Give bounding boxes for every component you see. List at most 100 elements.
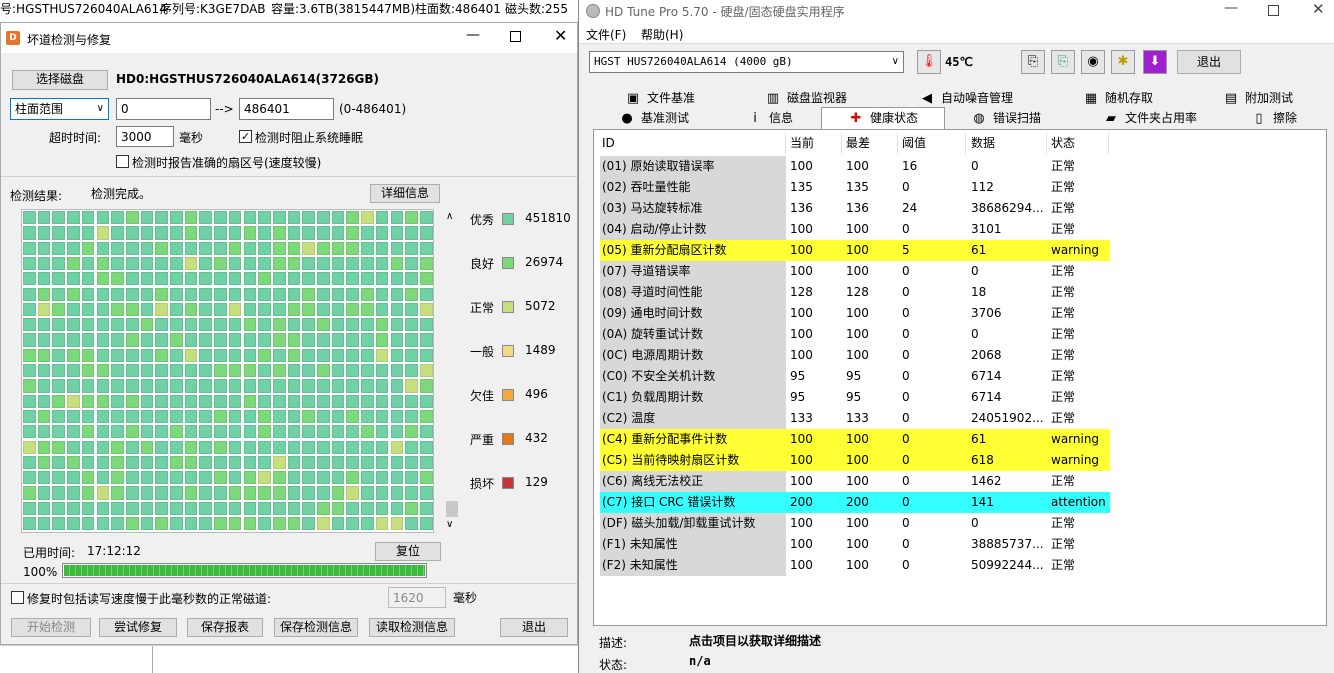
tab-trash[interactable]: ▯ 擦除 xyxy=(1251,109,1297,128)
scroll-thumb[interactable] xyxy=(446,501,458,517)
drive-select[interactable]: HGST HUS726040ALA614 (4000 gB) ∨ xyxy=(589,51,904,73)
sector-block xyxy=(23,471,36,485)
prevent-sleep-checkbox[interactable]: ✓ xyxy=(239,130,252,143)
options-icon[interactable]: ✱ xyxy=(1111,50,1135,74)
table-cell: warning xyxy=(1051,432,1100,446)
hdtune-exit-button[interactable]: 退出 xyxy=(1177,50,1241,74)
maximize-button[interactable] xyxy=(1268,5,1279,16)
sector-block xyxy=(331,272,345,286)
sector-block xyxy=(37,226,51,240)
sector-block xyxy=(184,256,198,271)
menu-file[interactable]: 文件(F) xyxy=(586,26,626,43)
table-cell: 100 xyxy=(846,327,869,341)
sector-block xyxy=(81,226,95,240)
legend-label: 欠佳 xyxy=(470,389,495,403)
column-header[interactable]: 阈值 xyxy=(900,133,966,154)
thermometer-icon: 🌡 xyxy=(917,50,941,74)
left-title-bar: D 坏道检测与修复 — ✕ xyxy=(1,23,577,53)
detail-info-button[interactable]: 详细信息 xyxy=(370,184,440,203)
sector-block xyxy=(170,501,183,515)
sector-block xyxy=(317,211,330,225)
try-repair-button[interactable]: 尝试修复 xyxy=(99,618,177,637)
exit-button[interactable]: 退出 xyxy=(500,618,568,637)
sector-block xyxy=(155,517,168,531)
minimize-button[interactable]: — xyxy=(466,27,480,43)
column-header[interactable]: 状态 xyxy=(1049,133,1109,154)
copy-all-icon[interactable]: ⎘ xyxy=(1051,50,1075,74)
sector-block xyxy=(96,226,110,240)
maximize-button[interactable] xyxy=(510,31,521,42)
grid-scrollbar[interactable]: ∧ ∨ xyxy=(445,209,459,533)
menu-help[interactable]: 帮助(H) xyxy=(641,26,683,43)
scroll-down-icon[interactable]: ∨ xyxy=(446,519,453,530)
column-header[interactable]: 当前 xyxy=(788,133,842,154)
folder-icon: ▰ xyxy=(1106,111,1116,126)
temperature-value: 45℃ xyxy=(945,55,973,69)
sector-block xyxy=(287,364,301,378)
table-cell: 100 xyxy=(846,243,869,257)
sector-block xyxy=(37,379,51,393)
sector-block xyxy=(37,333,51,347)
range-arrow: --> xyxy=(215,102,234,116)
minimize-button[interactable]: — xyxy=(1224,0,1238,16)
scroll-up-icon[interactable]: ∧ xyxy=(446,211,453,222)
tab-magnifier[interactable]: ◍ 错误扫描 xyxy=(971,109,1041,128)
table-cell: 100 xyxy=(790,432,813,446)
select-disk-button[interactable]: 选择磁盘 xyxy=(12,70,108,90)
table-cell: (C7) 接口 CRC 错误计数 xyxy=(602,495,736,509)
sector-block xyxy=(419,501,433,515)
hdtune-window: HD Tune Pro 5.70 - 硬盘/固态硬盘实用程序 — ✕ 文件(F)… xyxy=(578,0,1334,673)
column-header[interactable]: 最差 xyxy=(844,133,898,154)
save-report-button[interactable]: 保存报表 xyxy=(187,618,263,637)
sector-block xyxy=(155,379,168,393)
range-end-input[interactable]: 486401 xyxy=(239,98,334,120)
tab-bulb[interactable]: ● 基准测试 xyxy=(619,109,689,128)
sector-block xyxy=(346,409,360,424)
start-scan-button[interactable]: 开始检测 xyxy=(11,618,91,637)
legend-swatch xyxy=(502,213,514,225)
tab-disk-monitor[interactable]: ▥ 磁盘监视器 xyxy=(765,89,847,108)
sector-block xyxy=(52,226,66,240)
sector-block xyxy=(405,486,418,500)
tab-extra-tests[interactable]: ▤ 附加测试 xyxy=(1223,89,1293,108)
tab-info[interactable]: i 信息 xyxy=(747,109,793,128)
table-cell: 0 xyxy=(902,558,910,572)
copy-text-icon[interactable]: ⎘ xyxy=(1021,50,1045,74)
tab-random-access[interactable]: ▦ 随机存取 xyxy=(1083,89,1153,108)
tab-file-benchmark[interactable]: ▣ 文件基准 xyxy=(625,89,695,108)
sector-block xyxy=(52,241,66,255)
save-scan-info-button[interactable]: 保存检测信息 xyxy=(274,618,358,637)
serial-info: 序列号:K3GE7DAB xyxy=(160,2,266,16)
sector-block xyxy=(228,333,242,347)
report-sector-checkbox[interactable] xyxy=(116,155,129,168)
sector-block xyxy=(140,455,154,470)
tab-health-cross[interactable]: ✚ 健康状态 xyxy=(821,107,946,129)
tab-speaker[interactable]: ◀ 自动噪音管理 xyxy=(919,89,1013,108)
sector-block xyxy=(258,302,271,317)
sector-block xyxy=(375,440,389,454)
read-scan-info-button[interactable]: 读取检测信息 xyxy=(369,618,455,637)
table-cell: (08) 寻道时间性能 xyxy=(600,282,786,303)
range-type-select[interactable]: 柱面范围 ∨ xyxy=(10,98,109,120)
table-cell: 133 xyxy=(790,411,813,425)
tab-folder[interactable]: ▰ 文件夹占用率 xyxy=(1103,109,1197,128)
repair-slow-input[interactable]: 1620 xyxy=(388,587,446,608)
camera-icon[interactable]: ◉ xyxy=(1081,50,1105,74)
sector-block xyxy=(331,409,345,424)
sector-block xyxy=(37,302,51,317)
column-header[interactable]: ID xyxy=(600,133,786,154)
sector-block xyxy=(346,348,360,362)
sector-block xyxy=(199,211,213,225)
close-button[interactable]: ✕ xyxy=(554,26,567,45)
repair-slow-checkbox[interactable] xyxy=(11,591,24,604)
sector-block xyxy=(346,302,360,317)
timeout-input[interactable]: 3000 xyxy=(116,126,174,147)
save-down-icon[interactable]: ⬇ xyxy=(1143,50,1167,74)
reset-button[interactable]: 复位 xyxy=(375,542,441,561)
close-button[interactable]: ✕ xyxy=(1312,0,1325,18)
sector-block xyxy=(81,364,95,378)
sector-block xyxy=(140,425,154,439)
table-cell: 100 xyxy=(790,348,813,362)
range-start-input[interactable]: 0 xyxy=(116,98,211,120)
column-header[interactable]: 数据 xyxy=(969,133,1047,154)
